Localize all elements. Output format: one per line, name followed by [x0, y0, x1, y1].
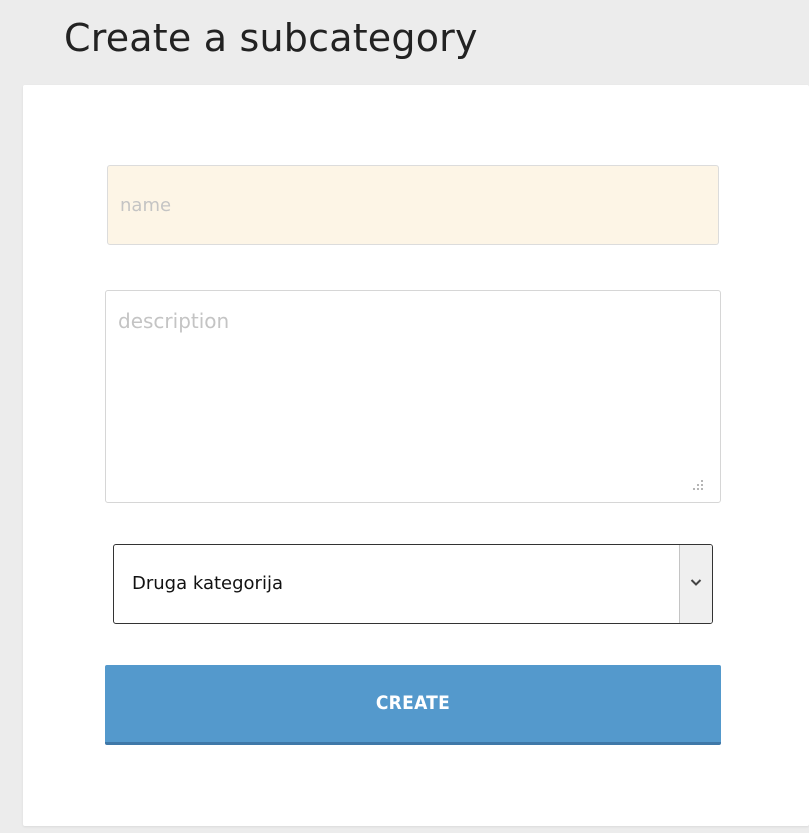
page-title: Create a subcategory [64, 16, 478, 60]
resize-grip-icon[interactable] [690, 477, 704, 491]
category-select-value: Druga kategorija [132, 573, 283, 594]
select-dropdown-button[interactable] [679, 545, 712, 623]
form-card: Druga kategorija CREATE [23, 85, 809, 826]
description-textarea[interactable] [105, 290, 721, 503]
chevron-down-icon [690, 579, 702, 586]
name-input[interactable] [107, 165, 719, 245]
create-button[interactable]: CREATE [105, 665, 721, 745]
category-select[interactable]: Druga kategorija [113, 544, 713, 624]
